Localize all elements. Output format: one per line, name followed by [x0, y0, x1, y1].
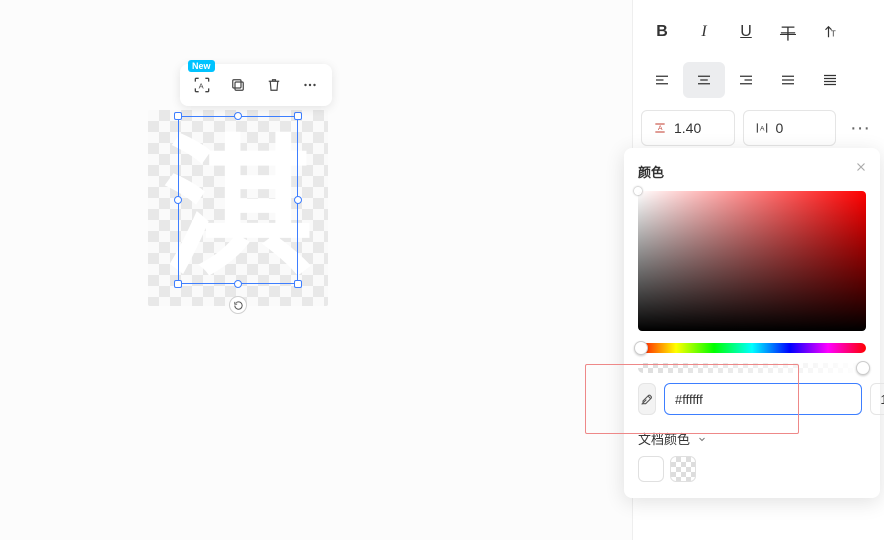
- strikethrough-icon: 干: [780, 20, 796, 44]
- doc-colors-label: 文档颜色: [638, 429, 690, 448]
- close-icon: [854, 160, 868, 174]
- align-left-icon: [653, 71, 671, 89]
- more-button[interactable]: [296, 71, 324, 99]
- line-height-value: 1.40: [674, 120, 701, 136]
- resize-handle-left[interactable]: [174, 196, 182, 204]
- opacity-input[interactable]: 100%: [870, 383, 884, 415]
- sv-cursor[interactable]: [634, 187, 642, 195]
- hex-input[interactable]: [664, 383, 862, 415]
- resize-handle-bottom-right[interactable]: [294, 280, 302, 288]
- copy-button[interactable]: [224, 71, 252, 99]
- resize-handle-top[interactable]: [234, 112, 242, 120]
- vertical-text-icon: T: [821, 23, 839, 41]
- letter-spacing-field[interactable]: A 0: [743, 110, 837, 146]
- align-distribute-button[interactable]: [809, 62, 851, 98]
- align-distribute-icon: [821, 71, 839, 89]
- selection-box[interactable]: [178, 116, 298, 284]
- hue-slider[interactable]: [638, 343, 866, 353]
- alpha-slider[interactable]: [638, 363, 866, 373]
- line-height-icon: A: [652, 120, 668, 136]
- close-button[interactable]: [854, 160, 868, 177]
- eyedropper-icon: [639, 391, 655, 407]
- svg-text:T: T: [831, 30, 836, 39]
- resize-handle-right[interactable]: [294, 196, 302, 204]
- chevron-down-icon: [696, 433, 708, 445]
- align-center-button[interactable]: [683, 62, 725, 98]
- swatch-white[interactable]: [638, 456, 664, 482]
- resize-handle-bottom[interactable]: [234, 280, 242, 288]
- trash-icon: [265, 76, 283, 94]
- ai-detect-button[interactable]: A: [188, 71, 216, 99]
- more-icon: [301, 76, 319, 94]
- letter-spacing-value: 0: [776, 120, 784, 136]
- saturation-value-field[interactable]: [638, 191, 866, 331]
- color-picker-popover: 颜色 100% 文档颜色: [624, 148, 880, 498]
- resize-handle-top-left[interactable]: [174, 112, 182, 120]
- doc-color-swatches: [638, 456, 866, 482]
- hue-thumb[interactable]: [634, 341, 648, 355]
- canvas[interactable]: 淇 A New: [0, 0, 619, 540]
- align-left-button[interactable]: [641, 62, 683, 98]
- underline-icon: U: [740, 23, 752, 41]
- swatch-transparent[interactable]: [670, 456, 696, 482]
- rotate-handle[interactable]: [229, 296, 247, 314]
- svg-text:A: A: [658, 125, 663, 132]
- letter-spacing-icon: A: [754, 120, 770, 136]
- align-right-button[interactable]: [725, 62, 767, 98]
- copy-icon: [229, 76, 247, 94]
- bold-icon: B: [656, 23, 668, 41]
- align-justify-icon: [779, 71, 797, 89]
- resize-handle-top-right[interactable]: [294, 112, 302, 120]
- svg-text:A: A: [199, 81, 204, 90]
- strikethrough-button[interactable]: 干: [767, 14, 809, 50]
- resize-handle-bottom-left[interactable]: [174, 280, 182, 288]
- color-picker-title: 颜色: [638, 162, 866, 181]
- align-justify-button[interactable]: [767, 62, 809, 98]
- italic-button[interactable]: I: [683, 14, 725, 50]
- bold-button[interactable]: B: [641, 14, 683, 50]
- delete-button[interactable]: [260, 71, 288, 99]
- align-right-icon: [737, 71, 755, 89]
- text-more-button[interactable]: ···: [844, 117, 876, 140]
- rotate-icon: [233, 300, 244, 311]
- alpha-thumb[interactable]: [856, 361, 870, 375]
- align-center-icon: [695, 71, 713, 89]
- line-height-field[interactable]: A 1.40: [641, 110, 735, 146]
- new-badge: New: [188, 60, 215, 72]
- svg-text:A: A: [760, 126, 765, 133]
- scan-icon: A: [192, 75, 212, 95]
- vertical-text-button[interactable]: T: [809, 14, 851, 50]
- italic-icon: I: [701, 23, 706, 41]
- underline-button[interactable]: U: [725, 14, 767, 50]
- eyedropper-button[interactable]: [638, 383, 656, 415]
